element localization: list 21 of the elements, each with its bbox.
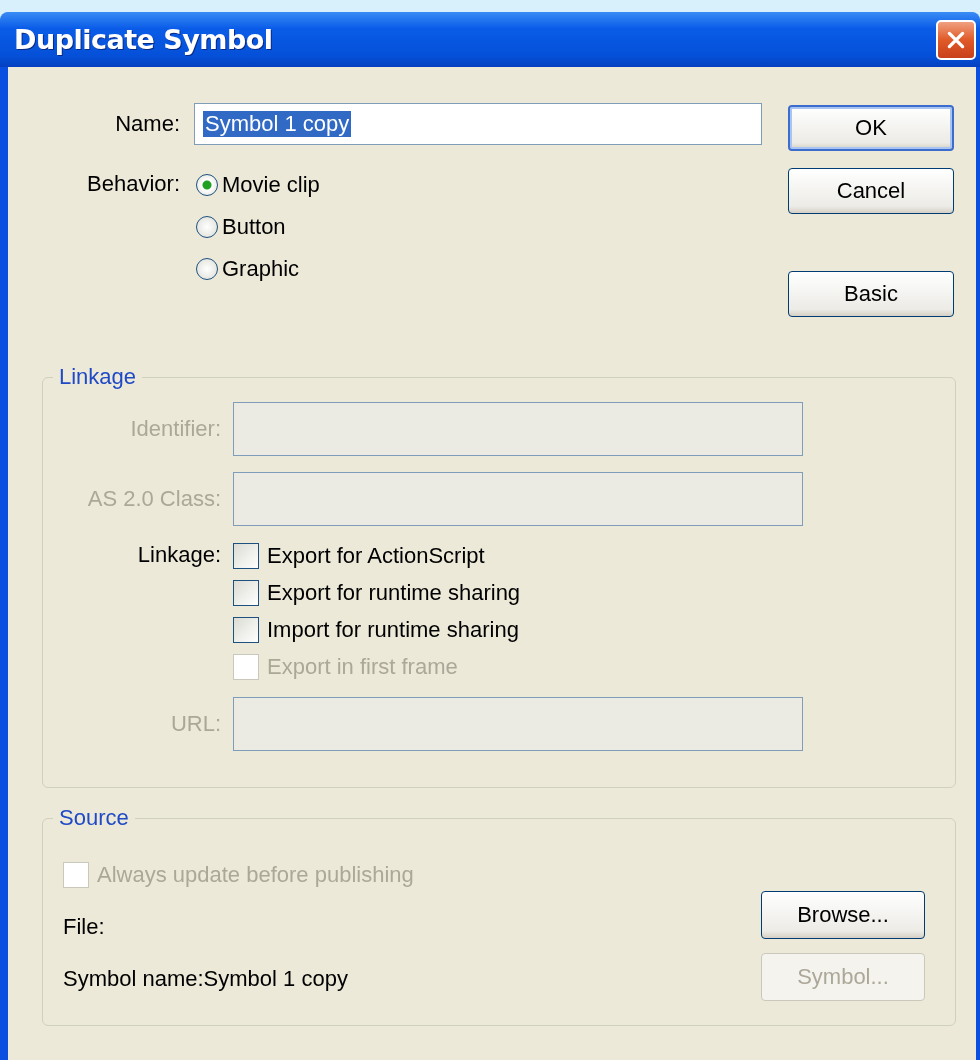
field-label: Name:: [114, 111, 181, 137]
radio-option[interactable]: Graphic: [196, 255, 320, 283]
checkbox-option[interactable]: Export for runtime sharing: [233, 579, 521, 607]
field-label: Behavior:: [86, 171, 181, 198]
dialog-button[interactable]: Browse...: [761, 891, 925, 939]
radio-option[interactable]: Button: [196, 213, 320, 241]
field-label: AS 2.0 Class:: [86, 486, 222, 512]
field-label: Identifier:: [129, 416, 222, 442]
radio-option[interactable]: Movie clip: [196, 171, 320, 199]
dialog-button[interactable]: OK: [788, 105, 954, 151]
field-label: Linkage:: [136, 542, 222, 569]
dialog-button[interactable]: Basic: [788, 271, 954, 317]
checkbox-option[interactable]: Import for runtime sharing: [233, 616, 521, 644]
close-button[interactable]: [936, 19, 976, 60]
window-title: Duplicate Symbol: [14, 24, 273, 55]
name-field[interactable]: Symbol 1 copy: [194, 103, 762, 145]
symbol-name-text: Symbol name:Symbol 1 copy: [63, 965, 349, 993]
field-label: URL:: [169, 711, 222, 737]
dialog-button[interactable]: Cancel: [788, 168, 954, 214]
checkbox-option[interactable]: Export for ActionScript: [233, 542, 521, 570]
file-label: File:: [63, 913, 106, 941]
